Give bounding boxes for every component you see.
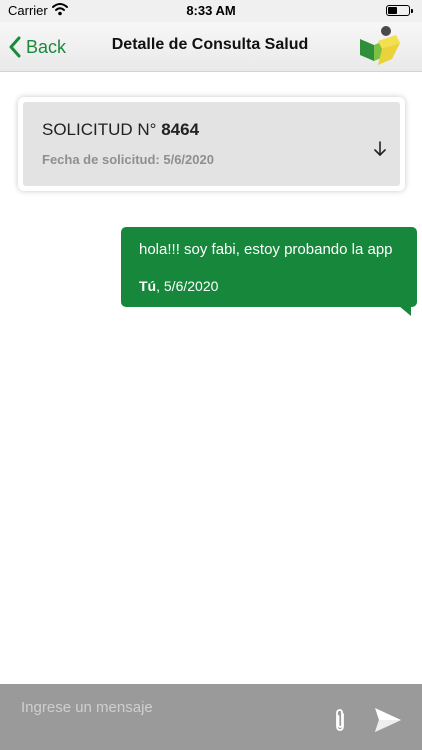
arrow-down-icon[interactable] (372, 140, 388, 158)
request-card[interactable]: SOLICITUD N° 8464 Fecha de solicitud: 5/… (18, 97, 405, 191)
back-label: Back (26, 36, 67, 57)
logo-icon (360, 26, 400, 65)
battery-icon (386, 5, 413, 16)
status-time: 8:33 AM (186, 3, 236, 18)
request-number: 8464 (161, 120, 200, 139)
status-bar: Carrier 8:33 AM (0, 0, 422, 22)
message-input[interactable] (10, 692, 310, 722)
message-author: Tú (139, 278, 157, 294)
page-title: Detalle de Consulta Salud (111, 36, 309, 53)
request-title: SOLICITUD N° 8464 (42, 120, 199, 140)
message-bubble: hola!!! soy fabi, estoy probando la app … (121, 227, 417, 316)
send-icon[interactable] (373, 706, 403, 734)
paperclip-icon[interactable] (330, 708, 350, 734)
message-text: hola!!! soy fabi, estoy probando la app (139, 241, 393, 258)
request-date: Fecha de solicitud: 5/6/2020 (42, 152, 214, 167)
chevron-left-icon (9, 36, 21, 58)
back-button[interactable]: Back (8, 34, 66, 60)
message-meta: Tú, 5/6/2020 (139, 278, 218, 294)
message-composer (0, 684, 422, 750)
bubble-tail (399, 306, 411, 316)
request-label: SOLICITUD N° (42, 120, 157, 139)
navigation-bar: Back Detalle de Consulta Salud (0, 22, 422, 72)
message-date: , 5/6/2020 (156, 278, 219, 294)
